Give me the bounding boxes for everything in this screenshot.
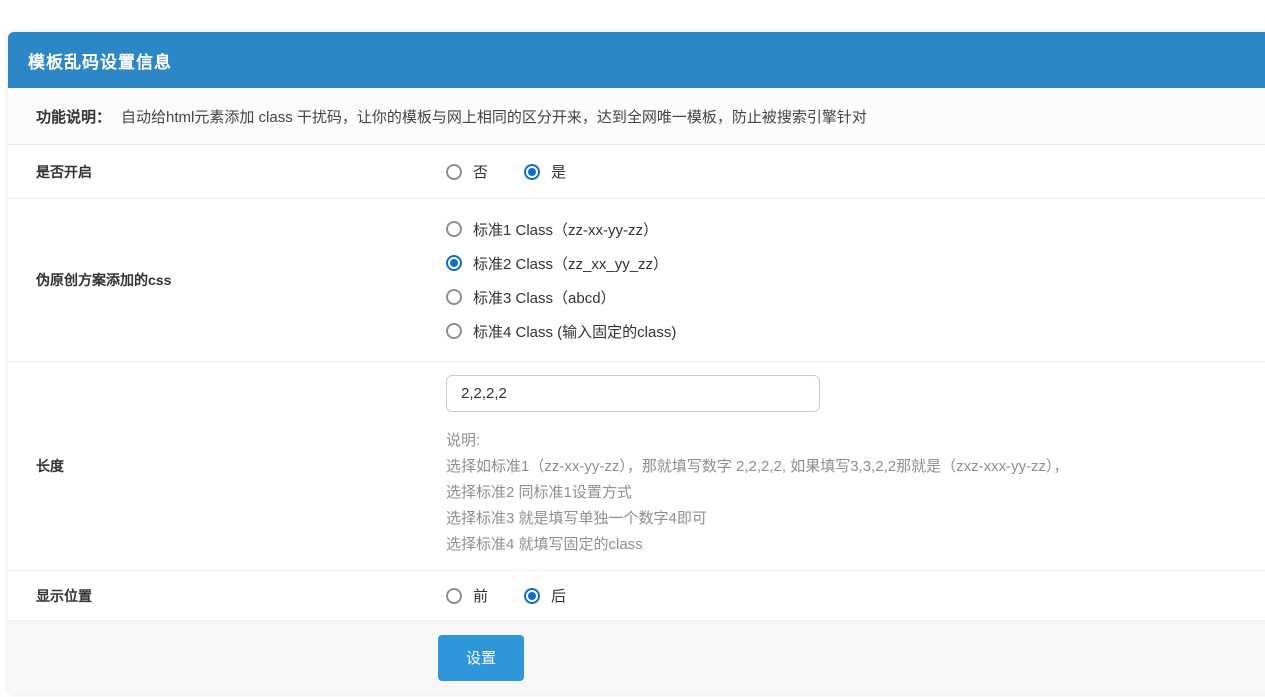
enable-label: 是否开启 xyxy=(8,162,446,182)
panel-footer: 设置 xyxy=(8,621,1265,694)
css-scheme-label: 伪原创方案添加的css xyxy=(8,270,446,290)
radio-option-back[interactable]: 后 xyxy=(524,579,566,613)
panel-title: 模板乱码设置信息 xyxy=(28,48,172,73)
row-length: 长度 说明: 选择如标准1（zz-xx-yy-zz），那就填写数字 2,2,2,… xyxy=(8,362,1265,571)
radio-option-no[interactable]: 否 xyxy=(446,155,488,189)
radio-icon-standard1[interactable] xyxy=(446,221,462,237)
length-help-line: 选择标准3 就是填写单独一个数字4即可 xyxy=(446,506,1069,532)
radio-label-no[interactable]: 否 xyxy=(473,161,488,182)
radio-label-standard1[interactable]: 标准1 Class（zz-xx-yy-zz） xyxy=(473,219,658,240)
length-help: 说明: 选择如标准1（zz-xx-yy-zz），那就填写数字 2,2,2,2, … xyxy=(446,428,1069,558)
css-scheme-radio-group: 标准1 Class（zz-xx-yy-zz） 标准2 Class（zz_xx_y… xyxy=(446,212,676,348)
radio-icon-standard2[interactable] xyxy=(446,255,462,271)
radio-icon-no[interactable] xyxy=(446,164,462,180)
radio-option-yes[interactable]: 是 xyxy=(524,155,566,189)
radio-option-standard1[interactable]: 标准1 Class（zz-xx-yy-zz） xyxy=(446,212,676,246)
length-help-line: 选择标准2 同标准1设置方式 xyxy=(446,480,1069,506)
radio-option-front[interactable]: 前 xyxy=(446,579,488,613)
radio-icon-standard3[interactable] xyxy=(446,289,462,305)
row-css-scheme: 伪原创方案添加的css 标准1 Class（zz-xx-yy-zz） 标准2 C… xyxy=(8,199,1265,362)
function-description-label: 功能说明： xyxy=(36,106,111,127)
radio-icon-back[interactable] xyxy=(524,588,540,604)
radio-label-standard2[interactable]: 标准2 Class（zz_xx_yy_zz） xyxy=(473,253,668,274)
radio-option-standard4[interactable]: 标准4 Class (输入固定的class) xyxy=(446,314,676,348)
row-position: 显示位置 前 后 xyxy=(8,571,1265,621)
length-input[interactable] xyxy=(446,375,820,412)
length-control: 说明: 选择如标准1（zz-xx-yy-zz），那就填写数字 2,2,2,2, … xyxy=(446,375,1069,558)
radio-label-standard3[interactable]: 标准3 Class（abcd） xyxy=(473,287,616,308)
enable-radio-group: 否 是 xyxy=(446,155,602,189)
radio-icon-yes[interactable] xyxy=(524,164,540,180)
function-description-row: 功能说明： 自动给html元素添加 class 干扰码，让你的模板与网上相同的区… xyxy=(8,88,1265,145)
radio-label-front[interactable]: 前 xyxy=(473,585,488,606)
length-help-line: 选择如标准1（zz-xx-yy-zz），那就填写数字 2,2,2,2, 如果填写… xyxy=(446,454,1069,480)
submit-button[interactable]: 设置 xyxy=(438,635,524,681)
radio-icon-front[interactable] xyxy=(446,588,462,604)
position-radio-group: 前 后 xyxy=(446,579,602,613)
radio-label-back[interactable]: 后 xyxy=(551,585,566,606)
position-label: 显示位置 xyxy=(8,586,446,606)
radio-icon-standard4[interactable] xyxy=(446,323,462,339)
row-enable: 是否开启 否 是 xyxy=(8,145,1265,199)
length-label: 长度 xyxy=(8,456,446,476)
radio-option-standard2[interactable]: 标准2 Class（zz_xx_yy_zz） xyxy=(446,246,676,280)
radio-label-yes[interactable]: 是 xyxy=(551,161,566,182)
radio-label-standard4[interactable]: 标准4 Class (输入固定的class) xyxy=(473,321,676,342)
panel-header: 模板乱码设置信息 xyxy=(8,32,1265,88)
function-description-text: 自动给html元素添加 class 干扰码，让你的模板与网上相同的区分开来，达到… xyxy=(121,106,867,127)
length-help-line: 说明: xyxy=(446,428,1069,454)
settings-panel: 模板乱码设置信息 功能说明： 自动给html元素添加 class 干扰码，让你的… xyxy=(8,32,1265,694)
radio-option-standard3[interactable]: 标准3 Class（abcd） xyxy=(446,280,676,314)
length-help-line: 选择标准4 就填写固定的class xyxy=(446,532,1069,558)
